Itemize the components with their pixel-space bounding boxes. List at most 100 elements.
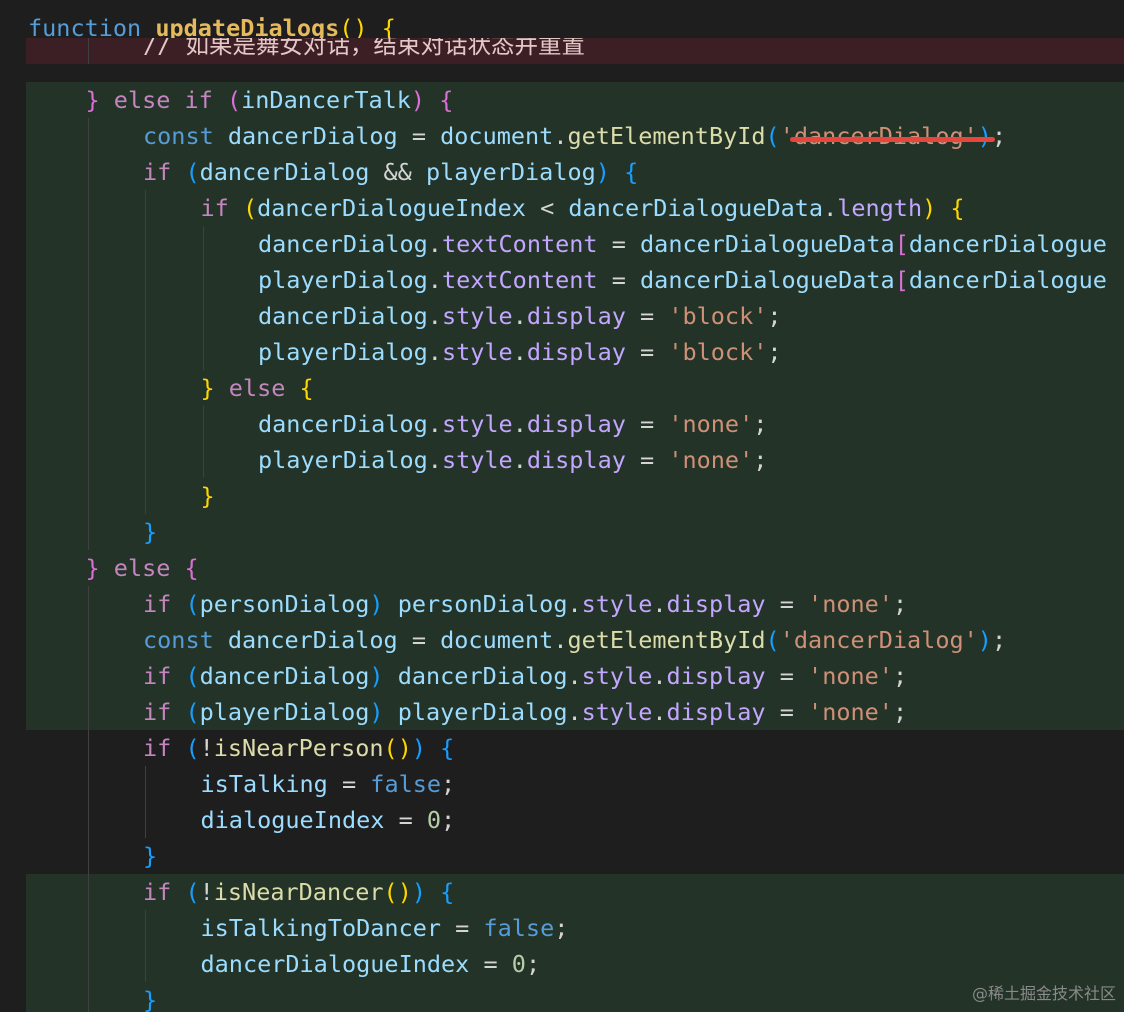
code-token: ; xyxy=(753,446,768,474)
code-token: 'none' xyxy=(808,662,893,690)
indent-guide xyxy=(202,298,204,334)
code-token: ! xyxy=(199,878,214,906)
code-line-text: // 如果是舞女对话，结束对话状态并重置 xyxy=(143,38,585,57)
code-line[interactable]: } xyxy=(26,514,1124,550)
code-line[interactable]: if (!isNearPerson()) { xyxy=(0,730,1124,766)
code-token: ; xyxy=(991,122,1007,150)
indent-guide xyxy=(145,478,146,514)
code-token: . xyxy=(567,590,582,618)
code-line[interactable]: playerDialog.textContent = dancerDialogu… xyxy=(26,262,1124,298)
code-token: ; xyxy=(441,806,456,834)
code-token: ; xyxy=(892,698,908,726)
code-line[interactable]: dancerDialogueIndex = 0; xyxy=(26,946,1124,982)
code-token: } xyxy=(143,842,158,870)
code-line[interactable]: } xyxy=(0,838,1124,874)
code-token: = xyxy=(625,410,669,438)
code-token: . xyxy=(427,230,442,258)
code-line[interactable]: } else { xyxy=(26,550,1124,586)
code-token: . xyxy=(652,698,667,726)
code-token: ; xyxy=(753,410,768,438)
code-line-text: const dancerDialog = document.getElement… xyxy=(143,622,1006,658)
code-token: < xyxy=(525,194,569,222)
code-line[interactable]: if (dancerDialog && playerDialog) { xyxy=(26,154,1124,190)
code-line[interactable]: dancerDialog.style.display = 'block'; xyxy=(26,298,1124,334)
indent-guide xyxy=(87,118,89,154)
code-token: document xyxy=(440,626,554,654)
code-token: ( xyxy=(765,626,780,654)
code-line[interactable]: isTalkingToDancer = false; xyxy=(26,910,1124,946)
code-token: playerDialog xyxy=(199,698,370,726)
code-token: = xyxy=(625,446,669,474)
code-token: . xyxy=(567,662,582,690)
code-line-text: if (dancerDialogueIndex < dancerDialogue… xyxy=(201,190,965,226)
code-line[interactable]: } xyxy=(26,478,1124,514)
code-token: { xyxy=(184,554,199,582)
code-token: length xyxy=(837,194,923,222)
code-token: ( xyxy=(765,122,780,150)
code-token: style xyxy=(441,446,513,474)
code-token: { xyxy=(439,86,454,114)
code-token: ) xyxy=(922,194,937,222)
indent-guide xyxy=(145,766,146,802)
code-token: ; xyxy=(767,338,782,366)
code-line[interactable]: playerDialog.style.display = 'block'; xyxy=(26,334,1124,370)
code-line[interactable]: } else { xyxy=(26,370,1124,406)
code-token: ; xyxy=(554,914,569,942)
code-editor[interactable]: function updateDialogs() {// 如果是舞女对话，结束对… xyxy=(0,0,1124,1012)
code-line[interactable]: if (dancerDialogueIndex < dancerDialogue… xyxy=(26,190,1124,226)
code-token: . xyxy=(823,194,838,222)
code-line[interactable]: if (dancerDialog) dancerDialog.style.dis… xyxy=(26,658,1124,694)
code-token: 'none' xyxy=(808,590,893,618)
code-token: ; xyxy=(991,626,1007,654)
code-token: dancerDialog xyxy=(397,662,568,690)
code-token: 'dancerDialog' xyxy=(779,626,978,654)
indent-guide xyxy=(145,406,146,442)
code-line[interactable]: playerDialog.style.display = 'none'; xyxy=(26,442,1124,478)
code-token: isNearPerson xyxy=(213,734,384,762)
code-token: () xyxy=(383,734,412,762)
code-line[interactable]: const dancerDialog = document.getElement… xyxy=(26,622,1124,658)
indent-guide xyxy=(145,190,146,226)
code-line[interactable]: if (playerDialog) playerDialog.style.dis… xyxy=(26,694,1124,730)
indent-guide xyxy=(145,334,146,370)
code-token: . xyxy=(512,410,527,438)
code-token: ( xyxy=(185,158,200,186)
code-line[interactable]: dialogueIndex = 0; xyxy=(0,802,1124,838)
code-token: isNearDancer xyxy=(213,878,384,906)
code-token: . xyxy=(427,338,442,366)
code-token: if xyxy=(143,590,186,618)
code-line[interactable]: if (personDialog) personDialog.style.dis… xyxy=(26,586,1124,622)
code-token: if xyxy=(143,734,186,762)
code-line[interactable]: dancerDialog.style.display = 'none'; xyxy=(26,406,1124,442)
code-line[interactable]: } else if (inDancerTalk) { xyxy=(26,82,1124,118)
code-line[interactable]: const dancerDialog = document.getElement… xyxy=(26,118,1124,154)
code-line[interactable]: dancerDialog.textContent = dancerDialogu… xyxy=(26,226,1124,262)
code-line[interactable]: isTalking = false; xyxy=(0,766,1124,802)
code-token: . xyxy=(427,266,442,294)
code-line-text: dancerDialog.style.display = 'none'; xyxy=(258,406,767,442)
code-token: ( xyxy=(185,698,200,726)
indent-guide xyxy=(87,298,89,334)
code-token: ; xyxy=(441,770,456,798)
code-token: dancerDialog xyxy=(199,662,370,690)
indent-guide xyxy=(145,226,146,262)
code-token: = xyxy=(384,806,427,834)
code-token: dancerDialogue xyxy=(908,230,1107,258)
indent-guide xyxy=(87,946,89,982)
code-line[interactable]: } xyxy=(26,982,1124,1012)
code-line[interactable]: if (!isNearDancer()) { xyxy=(26,874,1124,910)
code-token: . xyxy=(427,302,442,330)
code-token: personDialog xyxy=(199,590,370,618)
indent-guide xyxy=(87,802,89,838)
code-token: ( xyxy=(185,662,200,690)
indent-guide xyxy=(87,478,89,514)
code-token: if xyxy=(143,698,186,726)
code-token: } xyxy=(85,86,114,114)
code-token: style xyxy=(581,590,653,618)
indent-guide xyxy=(87,982,89,1012)
code-line[interactable]: // 如果是舞女对话，结束对话状态并重置 xyxy=(26,38,1124,64)
code-token: false xyxy=(370,770,442,798)
code-token: document xyxy=(440,122,554,150)
